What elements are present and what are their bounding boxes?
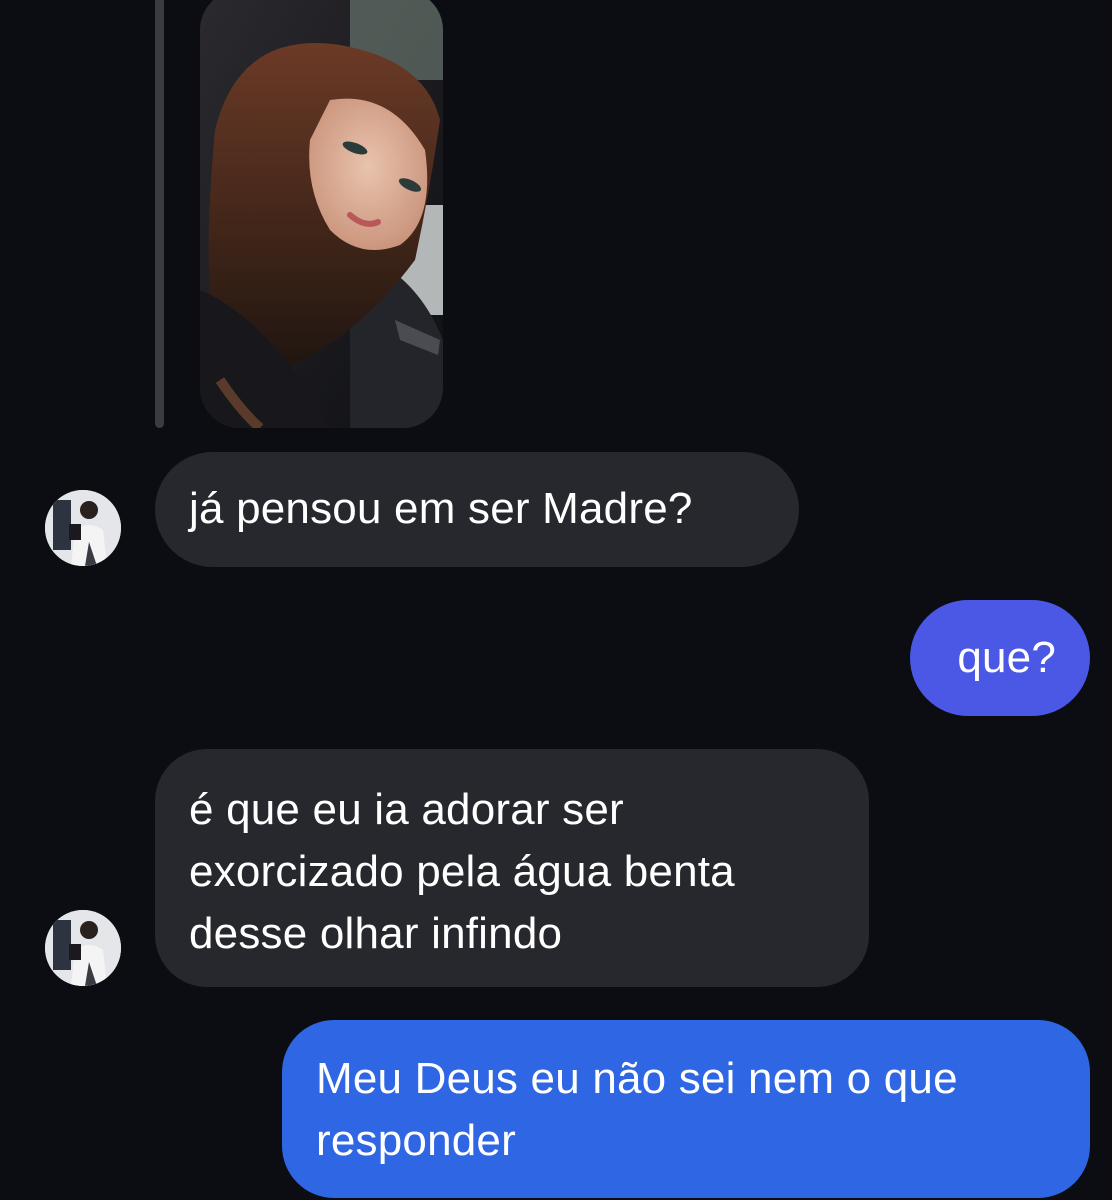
- incoming-message-bubble[interactable]: já pensou em ser Madre?: [155, 452, 799, 567]
- message-text-line: desse olhar infindo: [189, 909, 563, 958]
- outgoing-message-bubble[interactable]: que?: [910, 600, 1090, 716]
- person-avatar-icon: [45, 490, 121, 566]
- message-text-line: já pensou em ser Madre?: [189, 484, 693, 533]
- selfie-photo-icon: [200, 0, 443, 428]
- shared-photo[interactable]: [200, 0, 443, 428]
- message-text-line: Meu Deus eu não sei nem o que: [316, 1054, 958, 1103]
- chat-screen: já pensou em ser Madre? que? é que eu ia…: [0, 0, 1112, 1200]
- message-text-line: é que eu ia adorar ser: [189, 785, 624, 834]
- message-text-line: responder: [316, 1116, 516, 1165]
- outgoing-message-bubble[interactable]: Meu Deus eu não sei nem o que responder: [282, 1020, 1090, 1198]
- message-text-line: que?: [957, 633, 1056, 682]
- incoming-message-bubble[interactable]: é que eu ia adorar ser exorcizado pela á…: [155, 749, 869, 987]
- reply-indicator-bar: [155, 0, 164, 428]
- contact-avatar[interactable]: [45, 490, 121, 566]
- message-text-line: exorcizado pela água benta: [189, 847, 735, 896]
- contact-avatar[interactable]: [45, 910, 121, 986]
- person-avatar-icon: [45, 910, 121, 986]
